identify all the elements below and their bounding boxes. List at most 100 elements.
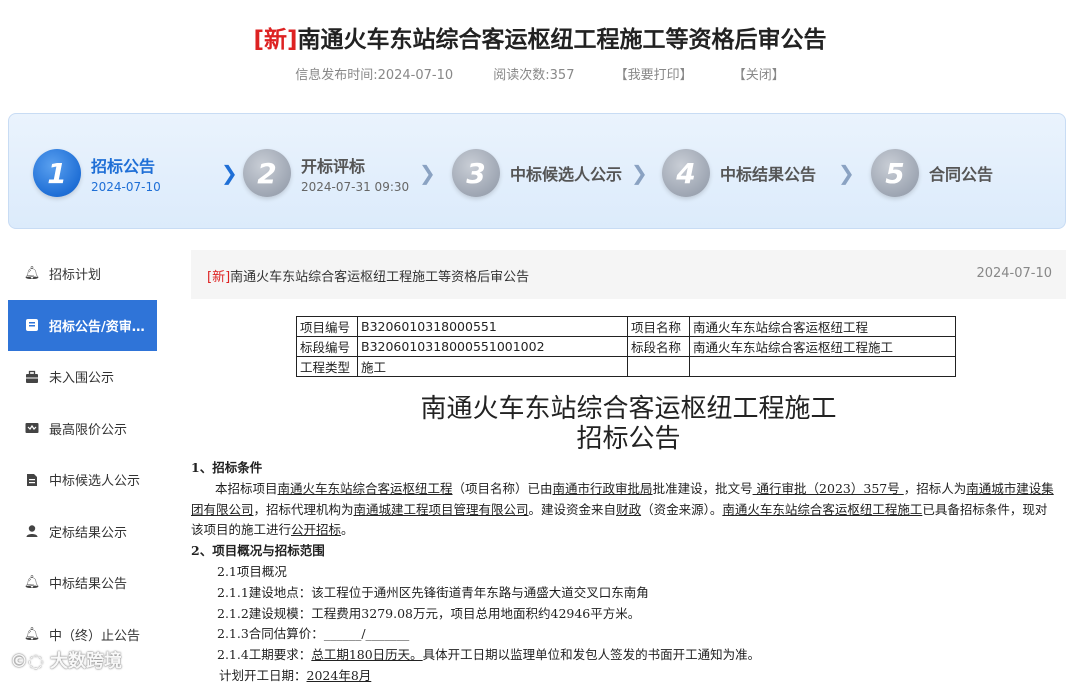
person-icon bbox=[24, 523, 40, 539]
step-contract-notice[interactable]: 5 合同公告 bbox=[871, 146, 993, 200]
table-cell-label: 标段编号 bbox=[296, 336, 358, 357]
sidebar-item-label: 招标公告/资审… bbox=[49, 319, 145, 335]
agency: 南通城建工程项目管理有限公司 bbox=[353, 501, 529, 517]
table-row: 工程类型 施工 bbox=[296, 356, 956, 377]
table-cell-label: 项目名称 bbox=[627, 316, 690, 337]
sidebar-item-label: 中标候选人公示 bbox=[49, 474, 141, 490]
chevron-right-icon: ❯ bbox=[631, 161, 648, 185]
step-result-notice[interactable]: 4 中标结果公告 bbox=[662, 146, 816, 200]
table-cell-value: 南通火车东站综合客运枢纽工程施工 bbox=[689, 336, 956, 357]
table-cell-label: 工程类型 bbox=[296, 356, 358, 377]
contract-price: ______/_______ bbox=[323, 626, 410, 642]
watermark-text: 大数跨境 bbox=[49, 651, 122, 672]
step-tender-notice[interactable]: 1 招标公告 2024-07-10 bbox=[33, 146, 161, 200]
sidebar-item-label: 未入围公示 bbox=[49, 371, 115, 387]
approval-number: 通行审批（2023）357号 bbox=[752, 480, 904, 496]
paragraph: 计划开工日期：2024年8月 bbox=[191, 666, 1057, 687]
page-title: [新]南通火车东站综合客运枢纽工程施工等资格后审公告 bbox=[0, 20, 1080, 54]
sidebar-item-max-price[interactable]: 最高限价公示 bbox=[8, 403, 157, 455]
step-date: 2024-07-10 bbox=[91, 179, 161, 194]
text: 。 bbox=[341, 522, 354, 538]
document-icon bbox=[24, 472, 40, 488]
document-title: 南通火车东站综合客运枢纽工程施工 招标公告 bbox=[191, 394, 1066, 454]
meta-row: 信息发布时间:2024-07-10 阅读次数:357 【我要打印】 【关闭】 bbox=[0, 64, 1080, 83]
step-bid-opening[interactable]: 2 开标评标 2024-07-31 09:30 bbox=[243, 146, 409, 200]
sidebar-item-win-result[interactable]: 🔔︎ 中标结果公告 bbox=[8, 557, 157, 609]
paragraph: 本招标项目南通火车东站综合客运枢纽工程（项目名称）已由南通市行政审批局批准建设，… bbox=[191, 479, 1057, 541]
title-text: 南通火车东站综合客运枢纽工程施工等资格后审公告 bbox=[297, 27, 827, 53]
table-row: 标段编号 B3206010318000551001002 标段名称 南通火车东站… bbox=[296, 336, 956, 357]
sidebar-item-label: 最高限价公示 bbox=[49, 422, 128, 438]
text: 本招标项目 bbox=[215, 480, 278, 496]
article-date: 2024-07-10 bbox=[976, 266, 1052, 281]
table-cell-empty bbox=[689, 356, 956, 377]
step-number: 2 bbox=[243, 149, 291, 197]
section-heading: 2、项目概况与招标范围 bbox=[191, 543, 325, 559]
article-title-text: 南通火车东站综合客运枢纽工程施工等资格后审公告 bbox=[230, 270, 530, 285]
step-label: 中标结果公告 bbox=[720, 165, 817, 184]
step-number: 5 bbox=[871, 149, 919, 197]
sidebar-item-candidate[interactable]: 中标候选人公示 bbox=[8, 454, 157, 506]
watermark-logo: ©◌ 大数跨境 bbox=[10, 647, 122, 673]
step-number: 1 bbox=[33, 149, 81, 197]
new-tag: [新] bbox=[207, 270, 231, 285]
briefcase-icon bbox=[24, 369, 40, 385]
sidebar-item-tender-plan[interactable]: 🔔︎ 招标计划 bbox=[8, 248, 157, 300]
table-cell-label: 标段名称 bbox=[627, 336, 690, 357]
step-number: 3 bbox=[452, 149, 500, 197]
tender-method: 公开招标 bbox=[291, 522, 342, 538]
step-date: 2024-07-31 09:30 bbox=[301, 179, 410, 194]
bell-icon: 🔔︎ bbox=[23, 266, 41, 282]
step-candidate-notice[interactable]: 3 中标候选人公示 bbox=[452, 146, 622, 200]
chevron-right-icon: ❯ bbox=[838, 161, 855, 185]
sidebar-item-label: 招标计划 bbox=[49, 268, 102, 284]
document-title-line1: 南通火车东站综合客运枢纽工程施工 bbox=[420, 394, 837, 424]
text: 具体开工日期以监理单位和发包人签发的书面开工通知为准。 bbox=[422, 647, 761, 663]
sidebar-item-label: 中标结果公告 bbox=[49, 577, 128, 593]
watermark-icon: ©◌ bbox=[10, 651, 50, 672]
sidebar-item-label: 定标结果公示 bbox=[49, 525, 128, 541]
text: 批准建设，批文号 bbox=[652, 480, 753, 496]
step-label: 开标评标 bbox=[301, 156, 366, 176]
paragraph: 2.1项目概况 bbox=[217, 563, 287, 579]
article-header: [新]南通火车东站综合客运枢纽工程施工等资格后审公告 2024-07-10 bbox=[191, 250, 1066, 299]
text: ，招标代理机构为 bbox=[253, 501, 354, 517]
step-number: 4 bbox=[662, 149, 710, 197]
project-info-table: 项目编号 B3206010318000551 项目名称 南通火车东站综合客运枢纽… bbox=[296, 316, 956, 377]
sidebar-item-not-shortlisted[interactable]: 未入围公示 bbox=[8, 351, 157, 403]
text: （资金来源）。 bbox=[641, 501, 723, 517]
project-name: 南通火车东站综合客运枢纽工程 bbox=[277, 480, 453, 496]
paragraph: 2.1.3合同估算价：______/_______ bbox=[191, 624, 1057, 645]
new-tag: [新] bbox=[253, 27, 298, 53]
sidebar: 🔔︎ 招标计划 招标公告/资审… 未入围公示 最高限价公示 中标候选人公示 定标… bbox=[8, 248, 157, 681]
bell-icon: 🔔︎ bbox=[23, 626, 41, 642]
article-title: [新]南通火车东站综合客运枢纽工程施工等资格后审公告 bbox=[207, 266, 529, 285]
close-link[interactable]: 【关闭】 bbox=[733, 68, 785, 83]
document-body: 1、招标条件 本招标项目南通火车东站综合客运枢纽工程（项目名称）已由南通市行政审… bbox=[191, 458, 1057, 687]
paragraph: 2.1.2建设规模：工程费用3279.08万元，项目总用地面积约42946平方米… bbox=[217, 605, 641, 621]
section-heading: 1、招标条件 bbox=[191, 460, 263, 475]
duration: 总工期180日历天。 bbox=[311, 647, 423, 663]
text: （项目名称）已由 bbox=[452, 480, 553, 496]
sidebar-item-label: 中（终）止公告 bbox=[49, 628, 141, 644]
chevron-right-icon: ❯ bbox=[419, 161, 436, 185]
chevron-right-icon: ❯ bbox=[221, 161, 238, 185]
read-count: 阅读次数:357 bbox=[493, 68, 575, 83]
sidebar-item-award-result[interactable]: 定标结果公示 bbox=[8, 506, 157, 558]
table-cell-value: 施工 bbox=[357, 356, 628, 377]
table-cell-value: 南通火车东站综合客运枢纽工程 bbox=[689, 316, 956, 337]
approval-authority: 南通市行政审批局 bbox=[552, 480, 653, 496]
text: 2.1.3合同估算价： bbox=[217, 626, 324, 642]
table-cell-value: B3206010318000551 bbox=[357, 316, 628, 337]
print-link[interactable]: 【我要打印】 bbox=[615, 68, 693, 83]
table-cell-label: 项目编号 bbox=[296, 316, 358, 337]
paragraph: 2.1.4工期要求：总工期180日历天。具体开工日期以监理单位和发包人签发的书面… bbox=[191, 645, 1057, 666]
table-cell-value: B3206010318000551001002 bbox=[357, 336, 628, 357]
publish-time: 信息发布时间:2024-07-10 bbox=[295, 68, 454, 83]
progress-steps: 1 招标公告 2024-07-10 ❯ 2 开标评标 2024-07-31 09… bbox=[8, 113, 1066, 229]
fund-source: 财政 bbox=[616, 501, 642, 517]
step-label: 中标候选人公示 bbox=[510, 165, 623, 184]
text: 。建设资金来自 bbox=[528, 501, 617, 517]
sidebar-item-tender-notice[interactable]: 招标公告/资审… bbox=[8, 299, 157, 351]
paragraph: 2.1.1建设地点：该工程位于通州区先锋街道青年东路与通盛大道交叉口东南角 bbox=[217, 584, 649, 600]
